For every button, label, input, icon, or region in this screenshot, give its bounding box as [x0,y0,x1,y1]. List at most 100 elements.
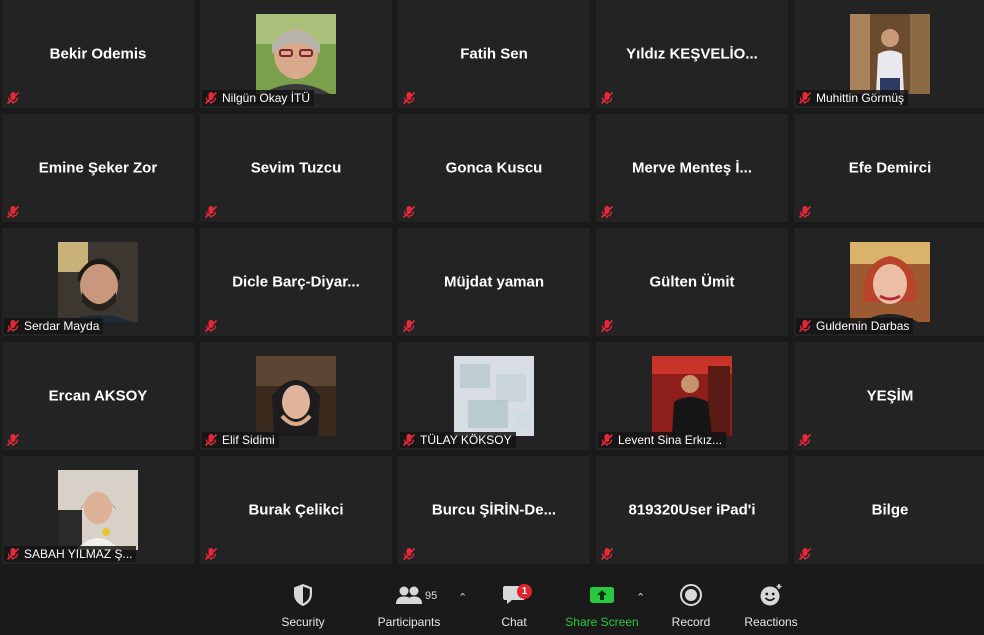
participant-name: Yıldız KEŞVELİO... [626,45,758,63]
participant-tile[interactable]: Guldemin Darbas [794,228,984,336]
participant-status-bar [598,318,622,334]
participant-status-bar [796,204,820,220]
participant-name: Efe Demirci [848,159,932,177]
participant-name: Burak Çelikci [248,501,344,519]
participant-name: YEŞİM [866,387,914,405]
chat-bubble-icon [474,581,554,609]
participant-tile[interactable]: YEŞİM [794,342,984,450]
participant-tile[interactable]: Serdar Mayda [2,228,194,336]
shield-icon [263,581,343,609]
participant-avatar [256,356,336,436]
participant-tile[interactable]: Bilge [794,456,984,564]
participant-avatar [850,242,930,322]
reactions-button[interactable]: Reactions [731,581,811,629]
muted-microphone-icon [6,433,20,447]
participant-status-bar [796,432,820,448]
participant-status-bar [202,546,226,562]
record-label: Record [671,615,711,629]
participant-tile[interactable]: Gonca Kuscu [398,114,590,222]
participant-tile[interactable]: 819320User iPad'i [596,456,788,564]
participant-status-bar: Guldemin Darbas [796,318,914,334]
participant-name-label: Serdar Mayda [24,319,100,333]
participant-name: 819320User iPad'i [628,501,756,519]
record-icon [651,581,731,609]
participants-chevron-up-icon[interactable]: ⌃ [458,591,467,604]
muted-microphone-icon [6,91,20,105]
muted-microphone-icon [798,91,812,105]
muted-microphone-icon [204,433,218,447]
reactions-label: Reactions [744,615,798,629]
muted-microphone-icon [600,205,614,219]
participant-status-bar [598,204,622,220]
participant-tile[interactable]: Ercan AKSOY [2,342,194,450]
participant-status-bar [400,204,424,220]
participant-tile[interactable]: Sevim Tuzcu [200,114,392,222]
participant-tile[interactable]: Levent Sina Erkız... [596,342,788,450]
participant-tile[interactable]: Yıldız KEŞVELİO... [596,0,788,108]
participant-status-bar: Nilgün Okay İTÜ [202,90,315,106]
muted-microphone-icon [204,205,218,219]
participant-status-bar [400,90,424,106]
participant-name: Fatih Sen [460,45,528,63]
participant-avatar [454,356,534,436]
participant-tile[interactable]: Fatih Sen [398,0,590,108]
participant-status-bar [400,546,424,562]
share-screen-label: Share Screen [565,615,639,629]
participant-name: Burcu ŞİRİN-De... [431,501,557,519]
muted-microphone-icon [402,205,416,219]
participant-gallery: Bekir Odemis Nilgün Okay İTÜ Fatih Sen Yıld… [0,0,984,565]
participant-status-bar [4,432,28,448]
muted-microphone-icon [600,547,614,561]
meeting-toolbar: Security Participants 95 ⌃ Chat 1 Share … [0,565,984,635]
participant-status-bar [400,318,424,334]
smiley-icon [731,581,811,609]
participant-tile[interactable]: SABAH YILMAZ Ş... [2,456,194,564]
muted-microphone-icon [600,433,614,447]
participant-name-label: Levent Sina Erkız... [618,433,723,447]
participant-tile[interactable]: TÜLAY KÖKSOY [398,342,590,450]
participant-tile[interactable]: Emine Şeker Zor [2,114,194,222]
participant-tile[interactable]: Efe Demirci [794,114,984,222]
share-screen-icon [562,581,642,609]
participant-status-bar [202,318,226,334]
participants-label: Participants [377,615,441,629]
share-screen-chevron-up-icon[interactable]: ⌃ [636,591,645,604]
participant-tile[interactable]: Müjdat yaman [398,228,590,336]
participant-name: Bilge [871,501,909,519]
participant-status-bar: SABAH YILMAZ Ş... [4,546,137,562]
participant-avatar [652,356,732,436]
participant-name: Bekir Odemis [49,45,147,63]
participant-tile[interactable]: Merve Menteş İ... [596,114,788,222]
participant-name: Merve Menteş İ... [631,159,753,177]
participant-name: Sevim Tuzcu [250,159,342,177]
participant-avatar [58,242,138,322]
participant-tile[interactable]: Elif Sidimi [200,342,392,450]
participant-name-label: Elif Sidimi [222,433,275,447]
participant-status-bar: Muhittin Görmüş [796,90,909,106]
participant-status-bar [4,204,28,220]
participant-avatar [850,14,930,94]
muted-microphone-icon [6,547,20,561]
chat-unread-badge: 1 [517,584,532,599]
muted-microphone-icon [204,319,218,333]
participant-tile[interactable]: Nilgün Okay İTÜ [200,0,392,108]
participant-tile[interactable]: Burak Çelikci [200,456,392,564]
muted-microphone-icon [600,319,614,333]
participant-name: Gonca Kuscu [445,159,543,177]
participant-tile[interactable]: Gülten Ümit [596,228,788,336]
record-button[interactable]: Record [651,581,731,629]
share-screen-button[interactable]: Share Screen [562,581,642,629]
participant-tile[interactable]: Dicle Barç-Diyar... [200,228,392,336]
security-button[interactable]: Security [263,581,343,629]
participant-tile[interactable]: Burcu ŞİRİN-De... [398,456,590,564]
chat-label: Chat [501,615,527,629]
participants-button[interactable]: Participants [369,581,449,629]
chat-button[interactable]: Chat [474,581,554,629]
participant-tile[interactable]: Muhittin Görmüş [794,0,984,108]
participant-name: Dicle Barç-Diyar... [232,273,360,291]
participant-name-label: SABAH YILMAZ Ş... [24,547,133,561]
muted-microphone-icon [402,91,416,105]
participant-status-bar: Serdar Mayda [4,318,104,334]
participant-tile[interactable]: Bekir Odemis [2,0,194,108]
participant-name-label: Nilgün Okay İTÜ [222,91,311,105]
